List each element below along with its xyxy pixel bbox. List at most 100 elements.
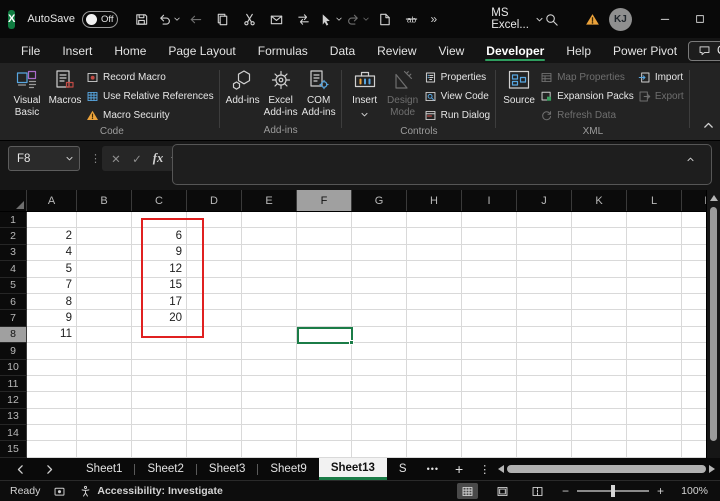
new-sheet-button[interactable]: + [447,458,471,480]
cell-D12[interactable] [187,392,242,408]
draw-button[interactable] [319,4,343,34]
cell-B4[interactable] [77,261,132,277]
cell-H8[interactable] [407,327,462,343]
cell-I12[interactable] [462,392,517,408]
cell-D1[interactable] [187,212,242,228]
cell-B3[interactable] [77,245,132,261]
avatar[interactable]: KJ [609,8,632,31]
cell-G15[interactable] [352,441,407,457]
cell-C6[interactable]: 17 [132,294,187,310]
cell-E15[interactable] [242,441,297,457]
cell-E7[interactable] [242,310,297,326]
cell-I2[interactable] [462,228,517,244]
cell-E8[interactable] [242,327,297,343]
cell-E13[interactable] [242,409,297,425]
cell-A11[interactable] [27,376,77,392]
cell-B12[interactable] [77,392,132,408]
tab-formulas[interactable]: Formulas [247,38,319,63]
cell-C12[interactable] [132,392,187,408]
cell-E1[interactable] [242,212,297,228]
column-header-K[interactable]: K [572,190,627,211]
cell-E12[interactable] [242,392,297,408]
visual-basic-button[interactable]: Visual Basic [8,65,46,118]
cell-F9[interactable] [297,343,352,359]
cell-H9[interactable] [407,343,462,359]
cell-B10[interactable] [77,360,132,376]
cell-F14[interactable] [297,425,352,441]
cell-L15[interactable] [627,441,682,457]
collapse-formula-bar-icon[interactable] [686,155,695,164]
cell-D14[interactable] [187,425,242,441]
cell-G3[interactable] [352,245,407,261]
view-code-button[interactable]: View Code [422,87,492,106]
cell-L5[interactable] [627,278,682,294]
tab-help[interactable]: Help [555,38,602,63]
cell-D5[interactable] [187,278,242,294]
cell-D9[interactable] [187,343,242,359]
cell-C5[interactable]: 15 [132,278,187,294]
cell-F13[interactable] [297,409,352,425]
tab-view[interactable]: View [428,38,476,63]
cell-A12[interactable] [27,392,77,408]
column-header-F[interactable]: F [297,190,352,211]
cell-F12[interactable] [297,392,352,408]
macro-security-button[interactable]: Macro Security [84,106,216,125]
cell-J14[interactable] [517,425,572,441]
cell-I1[interactable] [462,212,517,228]
row-header-9[interactable]: 9 [0,343,27,359]
cell-I6[interactable] [462,294,517,310]
cell-K7[interactable] [572,310,627,326]
cell-L3[interactable] [627,245,682,261]
cell-E9[interactable] [242,343,297,359]
cell-A7[interactable]: 9 [27,310,77,326]
row-header-7[interactable]: 7 [0,310,27,326]
cell-F15[interactable] [297,441,352,457]
cell-G8[interactable] [352,327,407,343]
cell-B6[interactable] [77,294,132,310]
import-button[interactable]: Import [636,68,686,87]
column-header-E[interactable]: E [242,190,297,211]
row-header-4[interactable]: 4 [0,261,27,277]
zoom-out-button[interactable]: − [562,484,569,498]
replace-button[interactable] [292,4,316,34]
cell-J13[interactable] [517,409,572,425]
cell-E14[interactable] [242,425,297,441]
cell-M9[interactable] [682,343,706,359]
column-header-D[interactable]: D [187,190,242,211]
cell-F5[interactable] [297,278,352,294]
search-icon[interactable] [544,12,559,27]
row-header-11[interactable]: 11 [0,376,27,392]
cell-K8[interactable] [572,327,627,343]
page-break-view-button[interactable] [527,483,548,499]
row-header-14[interactable]: 14 [0,425,27,441]
cell-I4[interactable] [462,261,517,277]
cell-M14[interactable] [682,425,706,441]
formula-input[interactable] [172,144,712,185]
scroll-right-icon[interactable] [709,465,715,473]
run-dialog-button[interactable]: Run Dialog [422,106,492,125]
insert-button[interactable]: Insert [346,65,384,119]
cell-C9[interactable] [132,343,187,359]
cell-C14[interactable] [132,425,187,441]
expansion-packs-button[interactable]: Expansion Packs [538,87,636,106]
cell-L9[interactable] [627,343,682,359]
cell-L13[interactable] [627,409,682,425]
cell-B7[interactable] [77,310,132,326]
record-macro-button[interactable]: Record Macro [84,68,216,87]
cell-E11[interactable] [242,376,297,392]
copy-button[interactable] [211,4,235,34]
cell-E10[interactable] [242,360,297,376]
cell-M5[interactable] [682,278,706,294]
cell-C15[interactable] [132,441,187,457]
row-header-12[interactable]: 12 [0,392,27,408]
cell-K14[interactable] [572,425,627,441]
cell-B14[interactable] [77,425,132,441]
cell-C7[interactable]: 20 [132,310,187,326]
cut-button[interactable] [238,4,262,34]
cell-J15[interactable] [517,441,572,457]
com-add-ins-button[interactable]: COM Add-ins [300,65,338,118]
cell-C10[interactable] [132,360,187,376]
source-button[interactable]: Source [500,65,538,107]
cell-A15[interactable] [27,441,77,457]
cell-J4[interactable] [517,261,572,277]
